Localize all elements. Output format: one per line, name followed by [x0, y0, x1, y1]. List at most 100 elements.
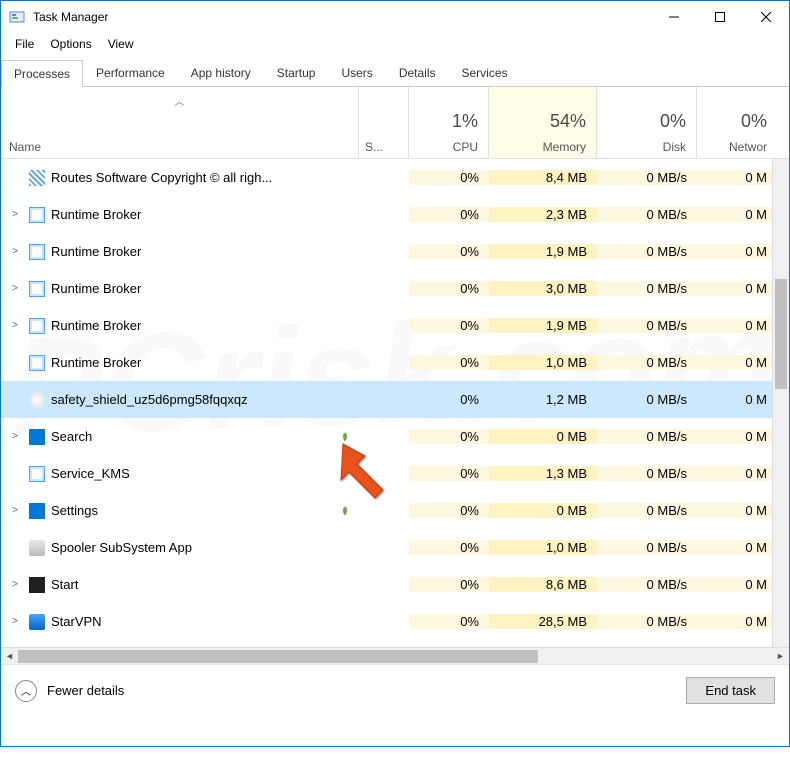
process-name: Runtime Broker	[51, 207, 141, 222]
table-row[interactable]: >Search0%0 MB0 MB/s0 M	[1, 418, 789, 455]
process-icon	[29, 614, 45, 630]
expand-icon[interactable]: >	[7, 431, 23, 442]
cell-network: 0 M	[697, 281, 777, 296]
cell-name: >StarVPN	[1, 614, 359, 630]
chevron-up-icon: ︿	[15, 680, 37, 702]
close-button[interactable]	[743, 1, 789, 33]
column-cpu[interactable]: 1% CPU	[409, 87, 489, 158]
expand-icon[interactable]: >	[7, 505, 23, 516]
disk-percent: 0%	[660, 111, 686, 132]
table-row[interactable]: Routes Software Copyright © all righ...0…	[1, 159, 789, 196]
cell-cpu: 0%	[409, 466, 489, 481]
table-row[interactable]: Runtime Broker0%1,0 MB0 MB/s0 M	[1, 344, 789, 381]
column-disk[interactable]: 0% Disk	[597, 87, 697, 158]
expand-icon[interactable]: >	[7, 283, 23, 294]
expand-icon[interactable]: >	[7, 320, 23, 331]
fewer-details-button[interactable]: ︿ Fewer details	[15, 680, 124, 702]
cell-name: > Runtime Broker	[1, 207, 359, 223]
cell-network: 0 M	[697, 392, 777, 407]
cell-cpu: 0%	[409, 614, 489, 629]
process-icon	[29, 207, 45, 223]
process-icon	[29, 281, 45, 297]
tab-processes[interactable]: Processes	[1, 60, 83, 87]
expand-icon[interactable]: >	[7, 246, 23, 257]
footer: ︿ Fewer details End task	[1, 664, 789, 716]
table-row[interactable]: >Runtime Broker0%1,9 MB0 MB/s0 M	[1, 233, 789, 270]
process-icon	[29, 244, 45, 260]
table-row[interactable]: >Settings0%0 MB0 MB/s0 M	[1, 492, 789, 529]
table-row[interactable]: >Runtime Broker0%2,3 MB0 MB/s0 M	[1, 196, 789, 233]
process-rows: Routes Software Copyright © all righ... 0…	[1, 159, 789, 640]
cell-network: 0 M	[697, 466, 777, 481]
tab-startup[interactable]: Startup	[264, 59, 329, 86]
cell-disk: 0 MB/s	[597, 207, 697, 222]
cell-cpu: 0%	[409, 355, 489, 370]
scroll-right-icon[interactable]: ►	[772, 648, 789, 665]
table-row[interactable]: >Start0%8,6 MB0 MB/s0 M	[1, 566, 789, 603]
tab-performance[interactable]: Performance	[83, 59, 178, 86]
menu-file[interactable]: File	[9, 35, 40, 53]
app-icon	[9, 9, 25, 25]
scrollbar-track[interactable]	[18, 648, 772, 665]
cell-memory: 0 MB	[489, 503, 597, 518]
cell-network: 0 M	[697, 355, 777, 370]
table-row[interactable]: safety_shield_uz5d6pmg58fqqxqz0%1,2 MB0 …	[1, 381, 789, 418]
cell-memory: 0 MB	[489, 429, 597, 444]
end-task-button[interactable]: End task	[686, 677, 775, 704]
cell-name: Runtime Broker	[1, 355, 359, 371]
process-name: Spooler SubSystem App	[51, 540, 192, 555]
column-name[interactable]: ︿ Name	[1, 87, 359, 158]
tab-services[interactable]: Services	[449, 59, 521, 86]
process-name: Routes Software Copyright © all righ...	[51, 170, 272, 185]
cell-memory: 1,2 MB	[489, 392, 597, 407]
expand-icon[interactable]: >	[7, 579, 23, 590]
menu-view[interactable]: View	[102, 35, 140, 53]
menu-options[interactable]: Options	[44, 35, 97, 53]
cell-network: 0 M	[697, 577, 777, 592]
cpu-percent: 1%	[452, 111, 478, 132]
cell-name: > Search	[1, 429, 359, 445]
scrollbar-thumb[interactable]	[775, 279, 787, 389]
horizontal-scrollbar[interactable]: ◄ ►	[1, 647, 789, 664]
process-icon	[29, 577, 45, 593]
process-icon	[29, 466, 45, 482]
cell-cpu: 0%	[409, 244, 489, 259]
cell-cpu: 0%	[409, 503, 489, 518]
cell-disk: 0 MB/s	[597, 392, 697, 407]
column-status-label: S...	[365, 140, 383, 154]
scroll-left-icon[interactable]: ◄	[1, 648, 18, 665]
column-network[interactable]: 0% Networ	[697, 87, 777, 158]
scrollbar-thumb[interactable]	[18, 650, 538, 663]
maximize-button[interactable]	[697, 1, 743, 33]
table-row[interactable]: >StarVPN0%28,5 MB0 MB/s0 M	[1, 603, 789, 640]
expand-icon[interactable]: >	[7, 616, 23, 627]
cell-network: 0 M	[697, 244, 777, 259]
process-table: ︿ Name S... 1% CPU 54% Memory 0% Disk 0%…	[1, 87, 789, 647]
cell-disk: 0 MB/s	[597, 614, 697, 629]
fewer-details-label: Fewer details	[47, 683, 124, 698]
tabstrip: ProcessesPerformanceApp historyStartupUs…	[1, 59, 789, 87]
vertical-scrollbar[interactable]	[772, 159, 789, 647]
process-name: Search	[51, 429, 92, 444]
sort-indicator-icon: ︿	[175, 93, 185, 108]
process-icon	[29, 503, 45, 519]
titlebar: Task Manager	[1, 1, 789, 33]
tab-app-history[interactable]: App history	[178, 59, 264, 86]
column-memory[interactable]: 54% Memory	[489, 87, 597, 158]
cell-memory: 3,0 MB	[489, 281, 597, 296]
cell-network: 0 M	[697, 540, 777, 555]
table-row[interactable]: Spooler SubSystem App0%1,0 MB0 MB/s0 M	[1, 529, 789, 566]
cell-memory: 1,9 MB	[489, 244, 597, 259]
table-row[interactable]: >Runtime Broker0%1,9 MB0 MB/s0 M	[1, 307, 789, 344]
table-row[interactable]: >Runtime Broker0%3,0 MB0 MB/s0 M	[1, 270, 789, 307]
expand-icon[interactable]: >	[7, 209, 23, 220]
cell-disk: 0 MB/s	[597, 540, 697, 555]
tab-users[interactable]: Users	[328, 59, 385, 86]
cell-name: >Settings	[1, 503, 359, 519]
column-status[interactable]: S...	[359, 87, 409, 158]
tab-details[interactable]: Details	[386, 59, 449, 86]
cell-memory: 28,5 MB	[489, 614, 597, 629]
table-row[interactable]: Service_KMS0%1,3 MB0 MB/s0 M	[1, 455, 789, 492]
minimize-button[interactable]	[651, 1, 697, 33]
process-name: Service_KMS	[51, 466, 130, 481]
